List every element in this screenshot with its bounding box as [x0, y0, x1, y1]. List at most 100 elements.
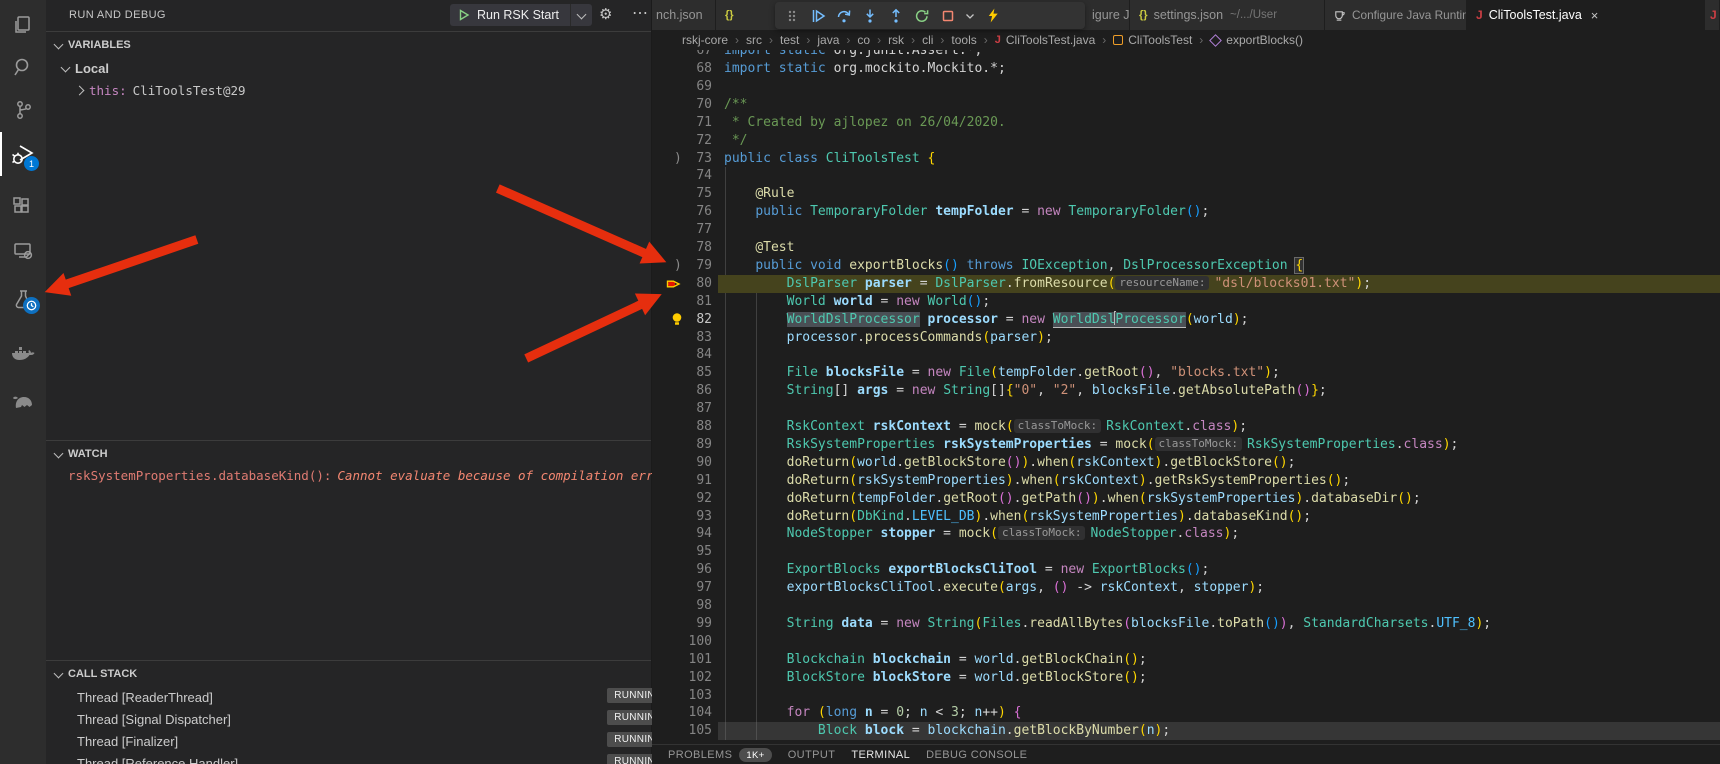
code-line-71[interactable]: * Created by ajlopez on 26/04/2020.	[718, 114, 1720, 132]
line-number-95[interactable]: 95	[652, 543, 712, 561]
call-stack-thread[interactable]: Thread [Signal Dispatcher] RUNNING	[46, 708, 682, 730]
line-number-92[interactable]: 92	[652, 490, 712, 508]
line-number-89[interactable]: 89	[652, 436, 712, 454]
line-number-86[interactable]: 86	[652, 382, 712, 400]
code-line-75[interactable]: @Rule	[718, 185, 1720, 203]
code-line-95[interactable]	[718, 543, 1720, 561]
code-line-77[interactable]	[718, 221, 1720, 239]
code-line-92[interactable]: doReturn(tempFolder.getRoot().getPath())…	[718, 490, 1720, 508]
code-line-88[interactable]: RskContext rskContext = mock(classToMock…	[718, 418, 1720, 436]
line-number-79[interactable]: 79	[652, 257, 712, 275]
line-number-73[interactable]: 73	[652, 150, 712, 168]
line-number-93[interactable]: 93	[652, 508, 712, 526]
continue-icon[interactable]	[809, 7, 826, 24]
line-number-105[interactable]: 105	[652, 722, 712, 740]
code-line-101[interactable]: Blockchain blockchain = world.getBlockCh…	[718, 651, 1720, 669]
code-line-97[interactable]: exportBlocksCliTool.execute(args, () -> …	[718, 579, 1720, 597]
variable-this[interactable]: this: CliToolsTest@29	[46, 79, 681, 101]
tab-clitoolstest-java[interactable]: J CliToolsTest.java ×	[1467, 0, 1705, 30]
docker-icon[interactable]	[0, 335, 46, 375]
close-icon[interactable]: ×	[1591, 8, 1599, 23]
line-number-97[interactable]: 97	[652, 579, 712, 597]
drag-handle-icon[interactable]	[783, 7, 800, 24]
tab-problems[interactable]: PROBLEMS	[668, 749, 732, 761]
code-line-105[interactable]: Block block = blockchain.getBlockByNumbe…	[718, 722, 1720, 740]
code-line-70[interactable]: /**	[718, 96, 1720, 114]
call-stack-thread[interactable]: Thread [ReaderThread] RUNNING	[46, 686, 682, 708]
line-number-67[interactable]: 67	[652, 50, 712, 60]
testing-beaker-icon[interactable]	[0, 280, 46, 320]
stop-dropdown-chevron-icon[interactable]	[965, 7, 975, 24]
code-line-91[interactable]: doReturn(rskSystemProperties).when(rskCo…	[718, 472, 1720, 490]
code-line-96[interactable]: ExportBlocks exportBlocksCliTool = new E…	[718, 561, 1720, 579]
breadcrumb-item[interactable]: CliToolsTest.java	[1006, 33, 1095, 47]
run-and-debug-icon[interactable]	[0, 135, 46, 175]
code-line-78[interactable]: @Test	[718, 239, 1720, 257]
debug-config-dropdown[interactable]: Run RSK Start	[450, 4, 592, 26]
code-line-73[interactable]: public class CliToolsTest {	[718, 150, 1720, 168]
tab-partial-java[interactable]: J	[1705, 0, 1720, 30]
call-stack-section-header[interactable]: CALL STACK	[46, 664, 651, 684]
tab-settings-json[interactable]: {} settings.json ~/.../User	[1130, 0, 1325, 30]
step-out-icon[interactable]	[887, 7, 904, 24]
tab-configure-java-runtime[interactable]: Configure Java Runtime	[1325, 0, 1467, 30]
code-line-81[interactable]: World world = new World();	[718, 293, 1720, 311]
line-number-101[interactable]: 101	[652, 651, 712, 669]
code-line-83[interactable]: processor.processCommands(parser);	[718, 329, 1720, 347]
breadcrumb-item[interactable]: rsk	[888, 33, 904, 47]
code-line-86[interactable]: String[] args = new String[]{"0", "2", b…	[718, 382, 1720, 400]
variables-scope-local[interactable]: Local	[46, 57, 667, 79]
breadcrumb-item[interactable]: tools	[951, 33, 976, 47]
remote-explorer-icon[interactable]	[0, 231, 46, 271]
watch-section-header[interactable]: WATCH	[46, 444, 651, 464]
code-line-68[interactable]: import static org.mockito.Mockito.*;	[718, 60, 1720, 78]
more-actions-icon[interactable]: ⋯	[632, 3, 648, 23]
breadcrumb[interactable]: rskj-core›src›test›java›co›rsk›cli›tools…	[652, 30, 1720, 50]
line-number-100[interactable]: 100	[652, 633, 712, 651]
code-line-87[interactable]	[718, 400, 1720, 418]
search-icon[interactable]	[0, 47, 46, 87]
variables-section-header[interactable]: VARIABLES	[46, 35, 651, 55]
line-number-94[interactable]: 94	[652, 525, 712, 543]
code-line-94[interactable]: NodeStopper stopper = mock(classToMock:N…	[718, 525, 1720, 543]
code-line-79[interactable]: public void exportBlocks() throws IOExce…	[718, 257, 1720, 275]
lightbulb-icon[interactable]	[671, 311, 683, 329]
line-number-84[interactable]: 84	[652, 346, 712, 364]
code-line-84[interactable]	[718, 346, 1720, 364]
code-line-90[interactable]: doReturn(world.getBlockStore()).when(rsk…	[718, 454, 1720, 472]
tab-terminal[interactable]: TERMINAL	[851, 749, 910, 761]
code-line-103[interactable]	[718, 687, 1720, 705]
line-number-85[interactable]: 85	[652, 364, 712, 382]
tab-launch-json[interactable]: nch.json	[652, 0, 716, 30]
breadcrumb-item[interactable]: src	[746, 33, 762, 47]
code-line-85[interactable]: File blocksFile = new File(tempFolder.ge…	[718, 364, 1720, 382]
tab-debug-console[interactable]: DEBUG CONSOLE	[926, 749, 1027, 761]
source-control-icon[interactable]	[0, 90, 46, 130]
line-number-98[interactable]: 98	[652, 597, 712, 615]
code-editor[interactable]: 67686970717273)747576777879)808182838485…	[652, 50, 1720, 744]
line-number-81[interactable]: 81	[652, 293, 712, 311]
breadcrumb-item[interactable]: java	[817, 33, 839, 47]
code-line-99[interactable]: String data = new String(Files.readAllBy…	[718, 615, 1720, 633]
line-number-71[interactable]: 71	[652, 114, 712, 132]
line-number-68[interactable]: 68	[652, 60, 712, 78]
breadcrumb-item[interactable]: exportBlocks()	[1226, 33, 1303, 47]
line-number-103[interactable]: 103	[652, 687, 712, 705]
code-line-69[interactable]	[718, 78, 1720, 96]
code-line-67[interactable]: import static org.junit.Assert.*;	[718, 50, 1720, 60]
line-number-83[interactable]: 83	[652, 329, 712, 347]
line-number-102[interactable]: 102	[652, 669, 712, 687]
line-number-87[interactable]: 87	[652, 400, 712, 418]
line-number-99[interactable]: 99	[652, 615, 712, 633]
code-line-93[interactable]: doReturn(DbKind.LEVEL_DB).when(rskSystem…	[718, 508, 1720, 526]
breadcrumb-item[interactable]: rskj-core	[682, 33, 728, 47]
call-stack-thread[interactable]: Thread [Reference Handler] RUNNING	[46, 752, 682, 764]
line-number-74[interactable]: 74	[652, 167, 712, 185]
hot-code-replace-icon[interactable]	[984, 7, 1001, 24]
line-number-77[interactable]: 77	[652, 221, 712, 239]
line-number-88[interactable]: 88	[652, 418, 712, 436]
code-line-100[interactable]	[718, 633, 1720, 651]
code-line-102[interactable]: BlockStore blockStore = world.getBlockSt…	[718, 669, 1720, 687]
extensions-icon[interactable]	[0, 187, 46, 227]
explorer-icon[interactable]	[0, 5, 46, 45]
